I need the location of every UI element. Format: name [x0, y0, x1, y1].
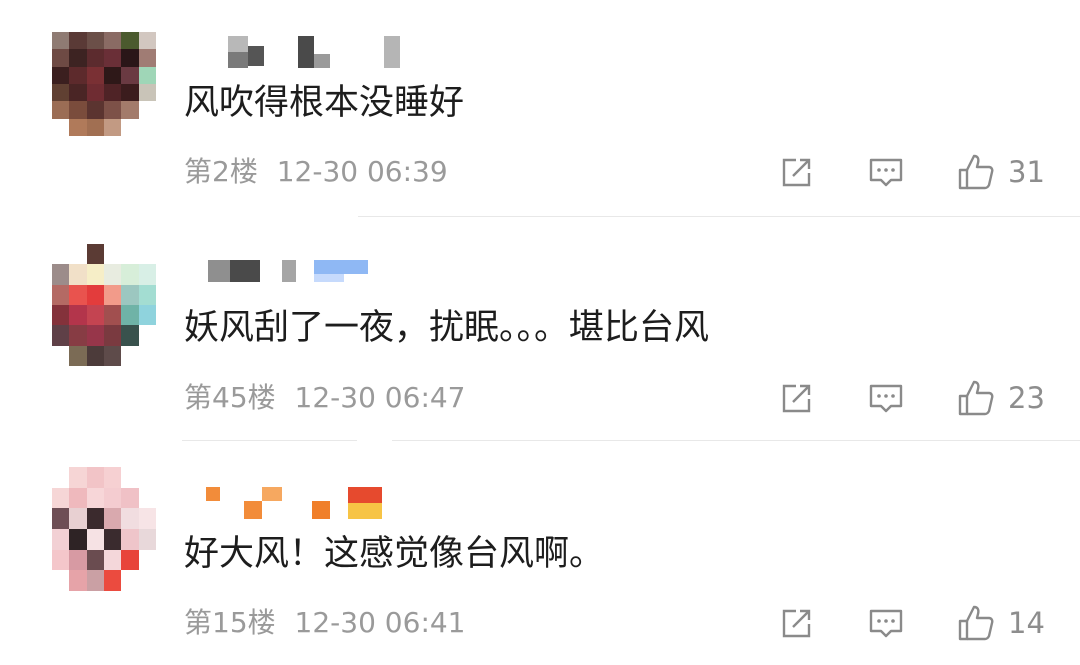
comment-icon[interactable] — [866, 603, 906, 643]
thumbs-up-icon[interactable] — [956, 152, 996, 192]
timestamp: 12-30 06:47 — [294, 381, 466, 414]
username-blurred[interactable] — [206, 487, 406, 521]
timestamp: 12-30 06:41 — [294, 606, 466, 639]
like-count: 23 — [1008, 381, 1045, 415]
share-icon[interactable] — [776, 152, 816, 192]
comment-item: 风吹得根本没睡好 第2楼 12-30 06:39 31 — [0, 0, 1080, 217]
comment-meta: 第45楼 12-30 06:47 — [184, 381, 466, 415]
comment-text: 风吹得根本没睡好 — [184, 83, 465, 123]
avatar[interactable] — [52, 244, 156, 366]
avatar[interactable] — [52, 467, 156, 591]
share-icon[interactable] — [776, 603, 816, 643]
comment-meta: 第15楼 12-30 06:41 — [184, 606, 466, 640]
comment-item: 妖风刮了一夜，扰眠。。。堪比台风 第45楼 12-30 06:47 23 — [0, 218, 1080, 442]
comment-icon[interactable] — [866, 152, 906, 192]
comment-text: 好大风！这感觉像台风啊。 — [184, 534, 605, 574]
floor-number: 第2楼 — [184, 155, 258, 188]
comment-text: 妖风刮了一夜，扰眠。。。堪比台风 — [184, 308, 710, 348]
timestamp: 12-30 06:39 — [276, 155, 448, 188]
comment-actions: 14 — [776, 603, 1066, 643]
divider — [392, 440, 1080, 441]
username-blurred[interactable] — [206, 260, 406, 294]
comment-icon[interactable] — [866, 378, 906, 418]
comment-actions: 23 — [776, 378, 1066, 418]
divider — [358, 216, 1080, 217]
floor-number: 第15楼 — [184, 606, 276, 639]
share-icon[interactable] — [776, 378, 816, 418]
avatar[interactable] — [52, 32, 156, 136]
floor-number: 第45楼 — [184, 381, 276, 414]
thumbs-up-icon[interactable] — [956, 603, 996, 643]
username-blurred[interactable] — [206, 36, 406, 70]
comment-meta: 第2楼 12-30 06:39 — [184, 155, 448, 189]
like-count: 31 — [1008, 155, 1045, 189]
like-count: 14 — [1008, 606, 1045, 640]
comment-actions: 31 — [776, 152, 1066, 192]
thumbs-up-icon[interactable] — [956, 378, 996, 418]
divider — [182, 440, 357, 441]
comment-item: 好大风！这感觉像台风啊。 第15楼 12-30 06:41 14 — [0, 443, 1080, 665]
